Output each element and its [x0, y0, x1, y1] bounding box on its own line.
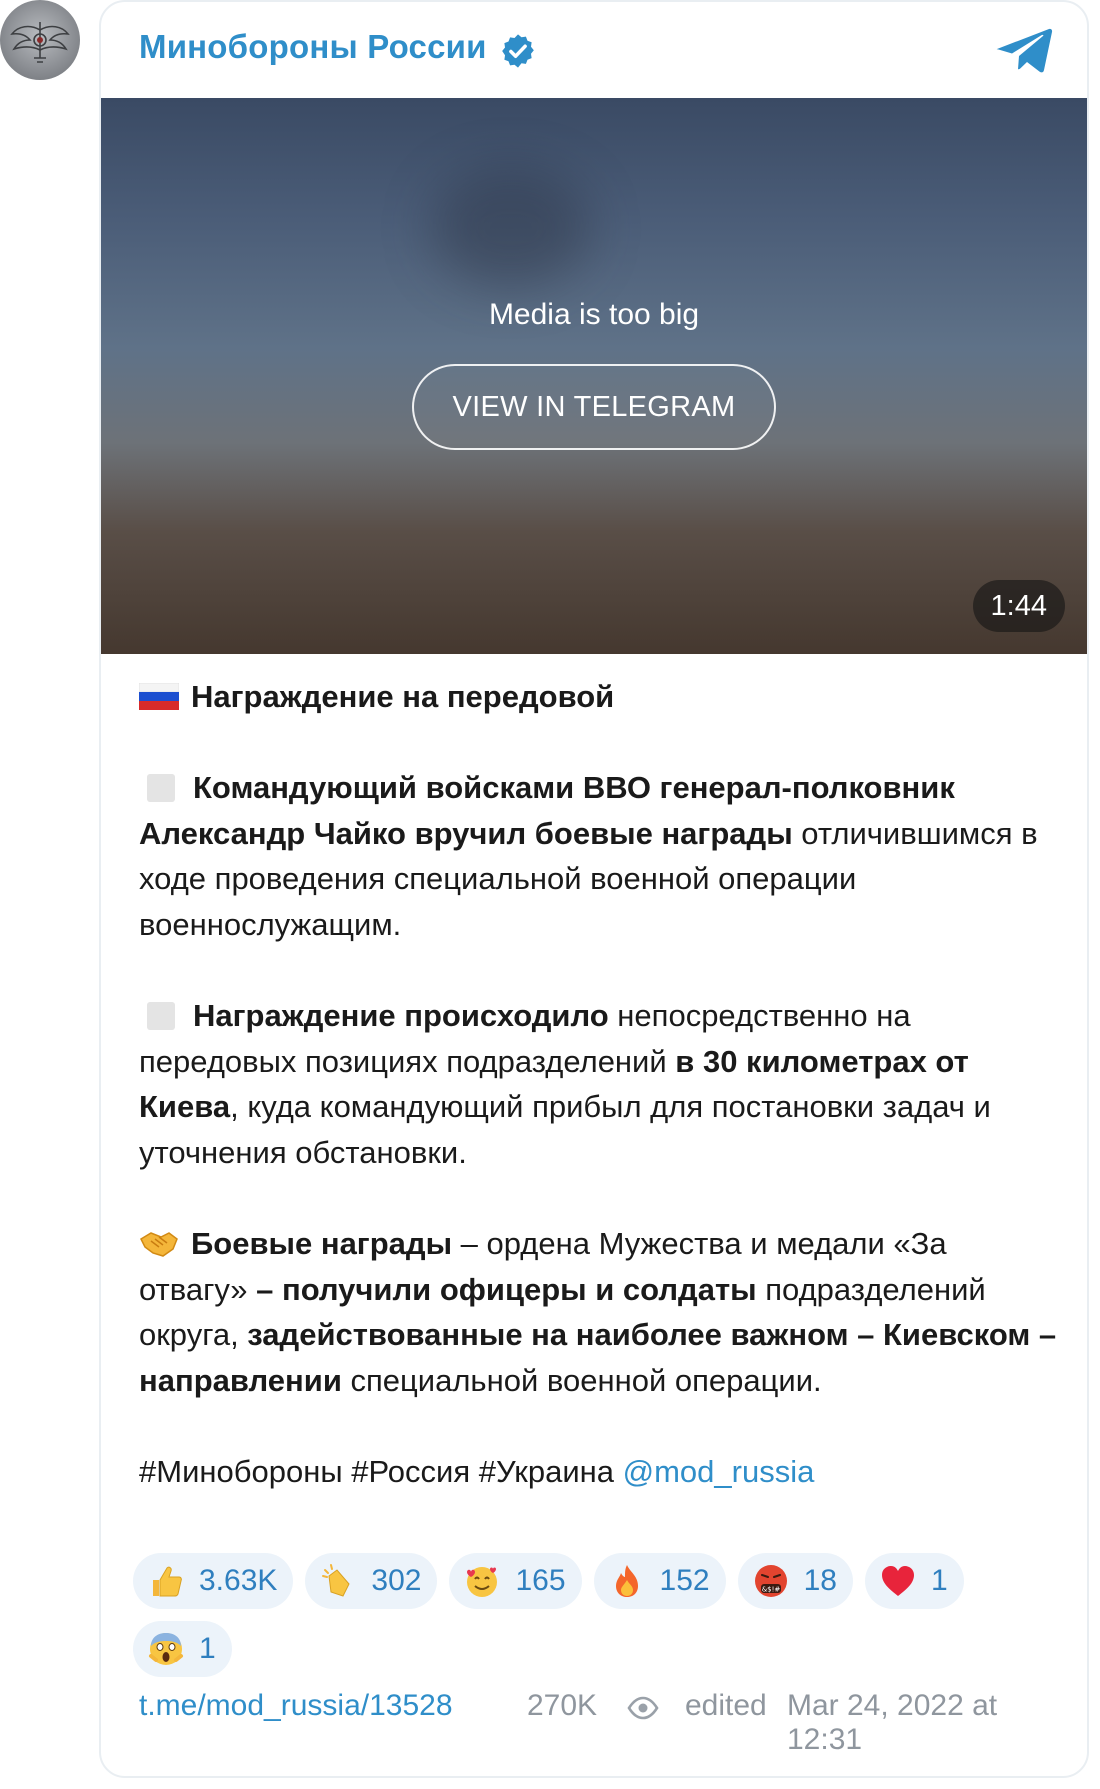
red-heart-icon [881, 1566, 914, 1596]
post-date[interactable]: Mar 24, 2022 at 12:31 [787, 1689, 1069, 1757]
hashtags[interactable]: #Минобороны #Россия #Украина [139, 1454, 623, 1489]
reaction-count: 18 [803, 1564, 837, 1597]
svg-text:&$!#: &$!# [761, 1586, 780, 1594]
p2-text-2: , куда командующий прибыл для постановки… [139, 1089, 991, 1170]
fire-icon [615, 1565, 638, 1597]
reaction-clapping-hands[interactable]: 302 [305, 1553, 438, 1609]
post-text: Награждение на передовой Командующий вой… [139, 674, 1059, 1495]
reaction-face-with-symbols[interactable]: &$!# 18 [737, 1553, 853, 1609]
post-header: Минобороны России [101, 2, 1087, 98]
handshake-icon [140, 1232, 178, 1257]
edited-label: edited [685, 1689, 767, 1722]
reaction-thumbs-up[interactable]: 3.63K [133, 1553, 294, 1609]
p3-bold-1: Боевые награды [191, 1226, 453, 1262]
reaction-count: 165 [515, 1564, 566, 1597]
video-duration-badge: 1:44 [972, 580, 1065, 632]
face-with-symbols-on-mouth-icon: &$!# [754, 1565, 787, 1597]
reaction-smiling-face-with-hearts[interactable]: 165 [449, 1553, 582, 1609]
reaction-fire[interactable]: 152 [593, 1553, 726, 1609]
bullet-square-icon [147, 1002, 175, 1031]
post-link[interactable]: t.me/mod_russia/13528 [139, 1689, 453, 1723]
post-title: Награждение на передовой [191, 679, 615, 714]
reaction-count: 1 [199, 1632, 216, 1665]
verified-badge-icon [502, 34, 534, 68]
post-footer: t.me/mod_russia/13528 270K edited Mar 24… [139, 1689, 1069, 1756]
reaction-count: 302 [371, 1564, 422, 1597]
views-count: 270K [527, 1689, 598, 1722]
p2-bold-1: Награждение происходило [193, 998, 609, 1034]
reaction-face-screaming-in-fear[interactable]: 1 [133, 1621, 232, 1677]
mention-link[interactable]: @mod_russia [623, 1454, 815, 1489]
reactions-bar: 3.63K 302 165 152 &$!# 18 1 1 [133, 1553, 1063, 1677]
channel-name[interactable]: Минобороны России [139, 28, 487, 66]
clapping-hands-icon [322, 1564, 351, 1597]
view-in-telegram-button[interactable]: VIEW IN TELEGRAM [412, 364, 776, 450]
media-too-big-notice: Media is too big [488, 298, 700, 331]
blurred-background [431, 168, 591, 288]
eye-icon [627, 1696, 659, 1720]
bullet-square-icon [147, 774, 175, 803]
hashtags-line: #Минобороны #Россия #Украина @mod_russia [139, 1449, 1059, 1495]
post-card: Минобороны России Media is too big VIEW … [99, 0, 1089, 1778]
paragraph-2: Награждение происходило непосредственно … [139, 993, 1059, 1175]
reaction-count: 1 [930, 1564, 948, 1597]
video-preview[interactable]: Media is too big VIEW IN TELEGRAM 1:44 [101, 98, 1087, 654]
russian-flag-icon [139, 683, 179, 710]
eagle-emblem-icon [10, 22, 70, 63]
reaction-count: 3.63K [199, 1564, 278, 1597]
paragraph-3: Боевые награды – ордена Мужества и медал… [139, 1221, 1059, 1403]
reaction-red-heart[interactable]: 1 [864, 1553, 964, 1609]
reaction-count: 152 [659, 1564, 710, 1597]
telegram-logo-icon[interactable] [995, 28, 1053, 74]
face-screaming-in-fear-icon [149, 1633, 183, 1665]
channel-avatar[interactable] [0, 0, 80, 80]
post-title-line: Награждение на передовой [139, 674, 1059, 720]
p3-text-3: специальной военной операции. [341, 1362, 822, 1398]
paragraph-1: Командующий войсками ВВО генерал-полковн… [139, 765, 1059, 947]
p3-bold-2: – получили офицеры и солдаты [256, 1271, 757, 1307]
smiling-face-with-hearts-icon [467, 1567, 498, 1597]
thumbs-up-icon [153, 1566, 182, 1597]
